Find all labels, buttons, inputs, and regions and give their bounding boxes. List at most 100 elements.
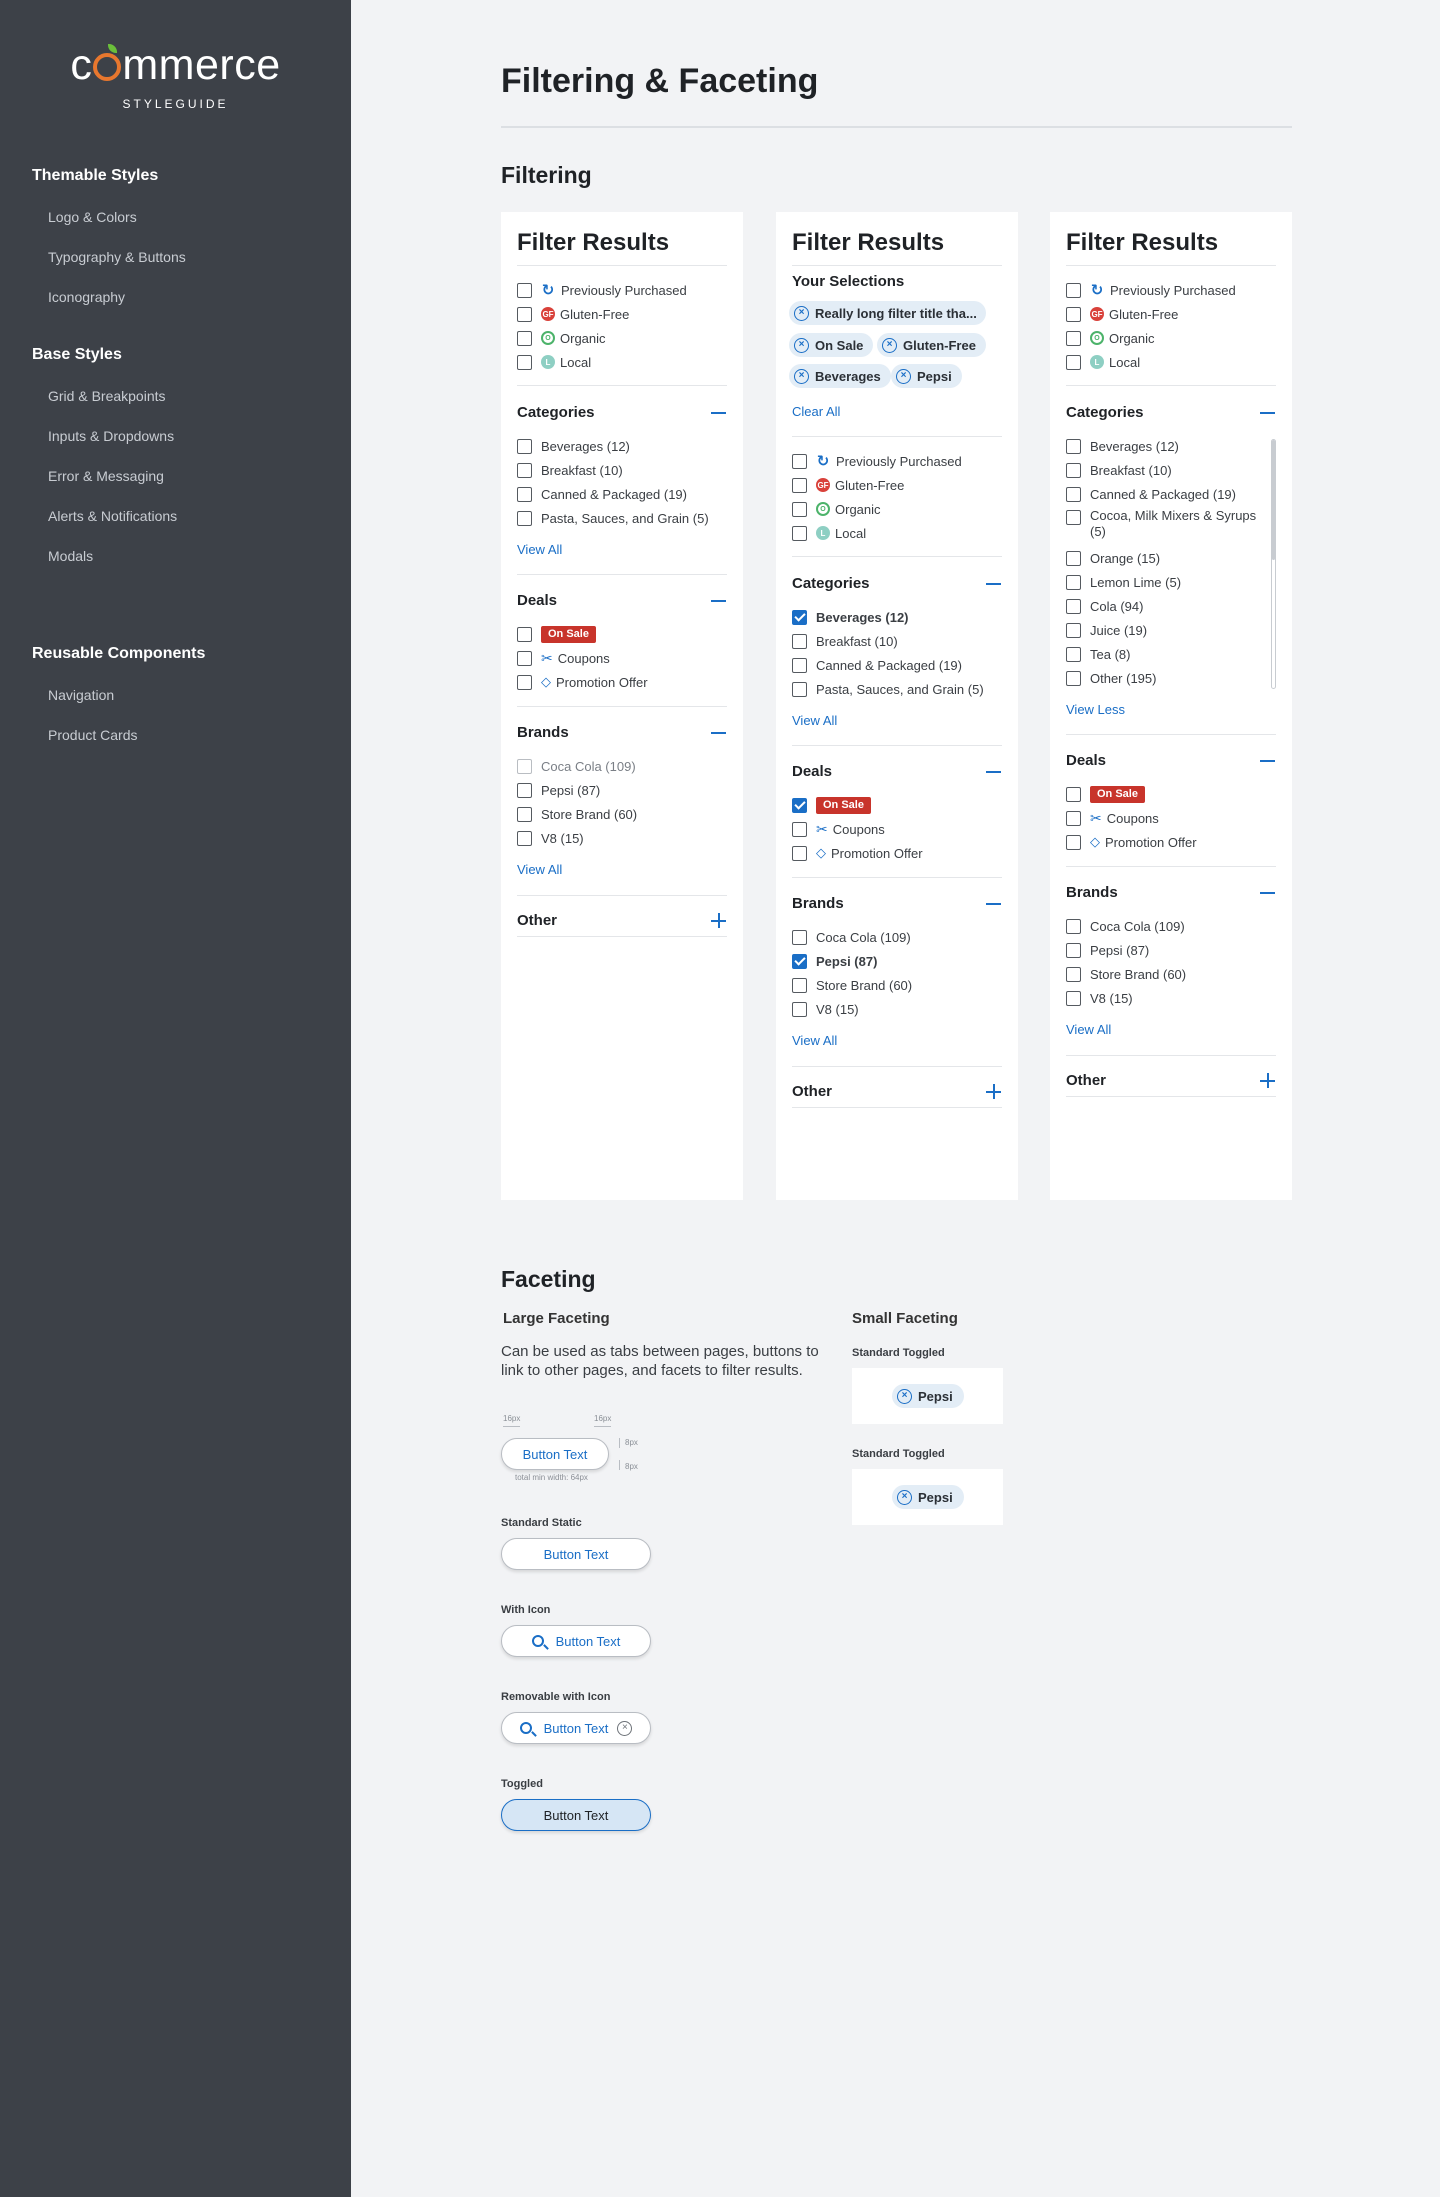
- checkbox-category[interactable]: Canned & Packaged (19): [792, 655, 962, 675]
- checkbox[interactable]: [1066, 622, 1081, 638]
- checkbox-local[interactable]: L Local: [792, 523, 866, 543]
- checkbox-category[interactable]: Beverages (12): [517, 436, 630, 456]
- remove-icon[interactable]: ×: [794, 305, 809, 321]
- checkbox[interactable]: [792, 1001, 807, 1017]
- checkbox-category[interactable]: Tea (8): [1066, 644, 1130, 664]
- checkbox-category[interactable]: Cola (94): [1066, 596, 1143, 616]
- view-all-link[interactable]: View All: [792, 1033, 837, 1048]
- checkbox-organic[interactable]: O Organic: [517, 328, 606, 348]
- checkbox[interactable]: [517, 438, 532, 454]
- checkbox-category-checked[interactable]: Beverages (12): [792, 607, 909, 627]
- collapse-icon[interactable]: [711, 600, 726, 602]
- nav-item-alerts[interactable]: Alerts & Notifications: [48, 508, 177, 524]
- selection-chip[interactable]: × On Sale: [789, 333, 874, 357]
- expand-icon[interactable]: [1260, 1073, 1275, 1088]
- checkbox-category[interactable]: Pasta, Sauces, and Grain (5): [517, 508, 709, 528]
- checkbox-promotion[interactable]: ◇ Promotion Offer: [1066, 832, 1197, 852]
- view-all-link[interactable]: View All: [517, 862, 562, 877]
- facet-button-toggled[interactable]: Button Text: [501, 1799, 651, 1831]
- nav-item-typography[interactable]: Typography & Buttons: [48, 249, 186, 265]
- checkbox[interactable]: [517, 330, 532, 346]
- remove-icon[interactable]: ×: [617, 1720, 633, 1736]
- nav-item-navigation[interactable]: Navigation: [48, 687, 114, 703]
- facet-button-with-icon[interactable]: Button Text: [501, 1625, 651, 1657]
- facet-button-static[interactable]: Button Text: [501, 1538, 651, 1570]
- checkbox-checked[interactable]: [792, 953, 807, 969]
- checkbox[interactable]: [792, 977, 807, 993]
- checkbox[interactable]: [517, 782, 532, 798]
- checkbox[interactable]: [517, 510, 532, 526]
- category-scrollbar[interactable]: [1271, 439, 1276, 689]
- checkbox-brand[interactable]: Pepsi (87): [1066, 940, 1149, 960]
- checkbox-previously-purchased[interactable]: ↻ Previously Purchased: [517, 280, 687, 300]
- checkbox[interactable]: [792, 633, 807, 649]
- nav-item-grid[interactable]: Grid & Breakpoints: [48, 388, 166, 404]
- checkbox-on-sale-checked[interactable]: On Sale: [792, 795, 871, 815]
- checkbox[interactable]: [1066, 834, 1081, 850]
- small-facet-chip[interactable]: × Pepsi: [892, 1384, 964, 1408]
- checkbox[interactable]: [1066, 438, 1081, 454]
- checkbox[interactable]: [1066, 574, 1081, 590]
- checkbox[interactable]: [1066, 966, 1081, 982]
- checkbox[interactable]: [792, 929, 807, 945]
- checkbox[interactable]: [1066, 306, 1081, 322]
- selection-chip[interactable]: × Beverages: [789, 364, 891, 388]
- logo[interactable]: c mmerce STYLEGUIDE: [0, 44, 351, 112]
- checkbox[interactable]: [1066, 810, 1081, 826]
- checkbox-brand-checked[interactable]: Pepsi (87): [792, 951, 877, 971]
- checkbox-category[interactable]: Beverages (12): [1066, 436, 1179, 456]
- view-less-link[interactable]: View Less: [1066, 702, 1125, 717]
- checkbox[interactable]: [1066, 282, 1081, 298]
- facet-button-removable[interactable]: Button Text ×: [501, 1712, 651, 1744]
- checkbox[interactable]: [517, 282, 532, 298]
- checkbox-brand[interactable]: Pepsi (87): [517, 780, 600, 800]
- checkbox-gluten-free[interactable]: GF Gluten-Free: [792, 475, 904, 495]
- checkbox-category[interactable]: Canned & Packaged (19): [1066, 484, 1236, 504]
- checkbox[interactable]: [1066, 670, 1081, 686]
- remove-icon[interactable]: ×: [897, 1489, 912, 1505]
- checkbox-category[interactable]: Orange (15): [1066, 548, 1160, 568]
- checkbox-category[interactable]: Breakfast (10): [517, 460, 623, 480]
- checkbox-brand[interactable]: Store Brand (60): [517, 804, 637, 824]
- checkbox[interactable]: [792, 453, 807, 469]
- checkbox[interactable]: [1066, 786, 1081, 802]
- checkbox[interactable]: [1066, 990, 1081, 1006]
- checkbox-brand[interactable]: Coca Cola (109): [1066, 916, 1185, 936]
- selection-chip[interactable]: × Really long filter title tha...: [789, 301, 986, 325]
- checkbox-category[interactable]: Other (195): [1066, 668, 1156, 688]
- checkbox-checked[interactable]: [792, 609, 807, 625]
- checkbox-local[interactable]: L Local: [1066, 352, 1140, 372]
- checkbox-gluten-free[interactable]: GF Gluten-Free: [517, 304, 629, 324]
- collapse-icon[interactable]: [1260, 892, 1275, 894]
- checkbox[interactable]: [1066, 598, 1081, 614]
- checkbox[interactable]: [517, 650, 532, 666]
- expand-icon[interactable]: [711, 913, 726, 928]
- checkbox-gluten-free[interactable]: GF Gluten-Free: [1066, 304, 1178, 324]
- checkbox-category[interactable]: Lemon Lime (5): [1066, 572, 1181, 592]
- nav-item-error[interactable]: Error & Messaging: [48, 468, 164, 484]
- checkbox-local[interactable]: L Local: [517, 352, 591, 372]
- checkbox-category[interactable]: Breakfast (10): [792, 631, 898, 651]
- checkbox[interactable]: [792, 845, 807, 861]
- checkbox[interactable]: [1066, 646, 1081, 662]
- checkbox[interactable]: [517, 830, 532, 846]
- checkbox-brand[interactable]: Coca Cola (109): [792, 927, 911, 947]
- collapse-icon[interactable]: [1260, 412, 1275, 414]
- checkbox[interactable]: [517, 354, 532, 370]
- nav-item-modals[interactable]: Modals: [48, 548, 93, 564]
- checkbox-checked[interactable]: [792, 797, 807, 813]
- view-all-link[interactable]: View All: [1066, 1022, 1111, 1037]
- selection-chip[interactable]: × Gluten-Free: [877, 333, 986, 357]
- view-all-link[interactable]: View All: [517, 542, 562, 557]
- checkbox-brand[interactable]: Store Brand (60): [1066, 964, 1186, 984]
- checkbox-brand[interactable]: V8 (15): [792, 999, 859, 1019]
- remove-icon[interactable]: ×: [882, 337, 897, 353]
- checkbox[interactable]: [1066, 462, 1081, 478]
- checkbox[interactable]: [1066, 354, 1081, 370]
- checkbox-promotion[interactable]: ◇ Promotion Offer: [792, 843, 923, 863]
- nav-item-logo-colors[interactable]: Logo & Colors: [48, 209, 137, 225]
- checkbox[interactable]: [1066, 330, 1081, 346]
- checkbox-brand[interactable]: Store Brand (60): [792, 975, 912, 995]
- checkbox-category[interactable]: Breakfast (10): [1066, 460, 1172, 480]
- expand-icon[interactable]: [986, 1084, 1001, 1099]
